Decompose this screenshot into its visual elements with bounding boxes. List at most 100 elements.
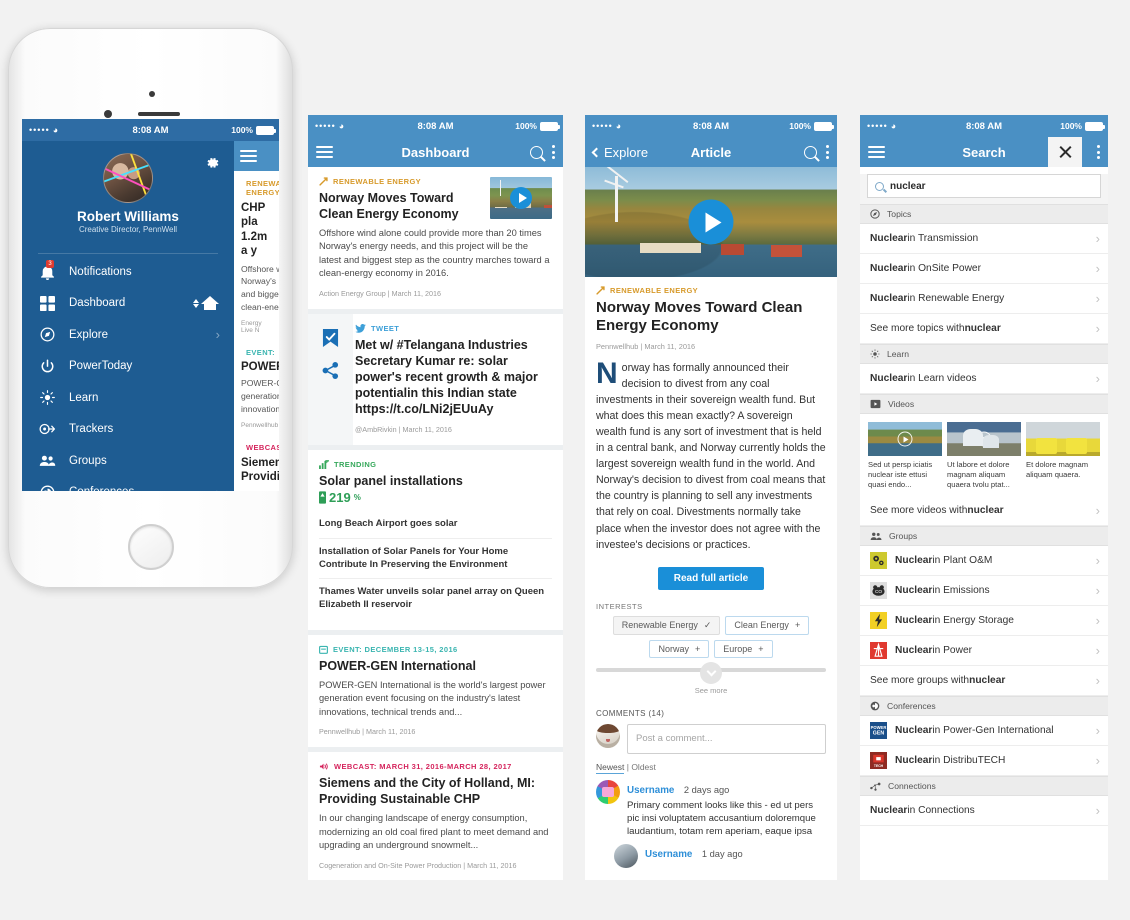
sidebar-item-powertoday[interactable]: PowerToday bbox=[22, 351, 234, 383]
chevron-down-icon[interactable] bbox=[700, 661, 722, 684]
overflow-menu-icon[interactable] bbox=[826, 145, 829, 159]
search-result-row[interactable]: Nuclear in Plant O&M › bbox=[860, 546, 1108, 577]
behind-card[interactable]: RENEWABLE ENERGY CHP pla 1.2m a y Offsho… bbox=[241, 179, 279, 334]
article-hero-video[interactable] bbox=[585, 167, 837, 277]
search-input[interactable]: nuclear bbox=[867, 174, 1101, 198]
play-icon[interactable] bbox=[976, 431, 992, 447]
feed-card-webcast[interactable]: WEBCAST: MARCH 31, 2016-MARCH 28, 2017 S… bbox=[308, 752, 563, 880]
menu-icon[interactable] bbox=[240, 149, 257, 163]
share-icon[interactable] bbox=[322, 361, 339, 379]
feed-card-tweet[interactable]: TWEET Met w/ #Telangana Industries Secre… bbox=[308, 313, 563, 445]
search-result-row[interactable]: Nuclear in Transmission › bbox=[860, 224, 1108, 254]
see-more-topics-row[interactable]: See more topics with nuclear › bbox=[860, 314, 1108, 344]
sidebar-item-dashboard[interactable]: Dashboard bbox=[22, 288, 234, 320]
video-results-strip: Sed ut persp iciatis nuclear iste ettusi… bbox=[860, 414, 1108, 497]
read-full-article-button[interactable]: Read full article bbox=[657, 566, 765, 590]
interest-chip[interactable]: Renewable Energy ✓ bbox=[612, 615, 721, 635]
kicker-text: EVENT: DECEMBER 13-15, 2016 bbox=[333, 644, 458, 654]
behind-card[interactable]: EVENT: POWER POWER-G generation innovati… bbox=[241, 348, 279, 429]
home-button[interactable] bbox=[127, 524, 174, 570]
kicker-text: WEBCAST bbox=[246, 442, 279, 452]
search-result-row[interactable]: Nuclear in Power › bbox=[860, 636, 1108, 667]
list-item[interactable]: Installation of Solar Panels for Your Ho… bbox=[319, 537, 552, 579]
search-result-row[interactable]: Nuclear in Energy Storage › bbox=[860, 606, 1108, 637]
search-result-row[interactable]: CO Nuclear in Emissions › bbox=[860, 576, 1108, 607]
interest-chip[interactable]: Europe + bbox=[714, 639, 773, 658]
play-icon[interactable] bbox=[897, 431, 913, 447]
video-thumbnail[interactable] bbox=[490, 177, 552, 219]
card-body: Offshore w Norway's and bigges clean-ene… bbox=[241, 263, 279, 313]
interest-chip[interactable]: Clean Energy + bbox=[725, 615, 810, 635]
back-button[interactable]: Explore bbox=[591, 145, 648, 160]
sidebar-item-label: PowerToday bbox=[69, 360, 133, 373]
sidebar-item-conferences[interactable]: Conferences › bbox=[22, 477, 234, 491]
feed-card-article[interactable]: RENEWABLE ENERGY Norway Moves Toward Cle… bbox=[308, 167, 563, 309]
sort-oldest[interactable]: Oldest bbox=[631, 762, 656, 772]
result-term: Nuclear bbox=[895, 645, 933, 657]
feed-card-trending[interactable]: TRENDING Solar panel installations 219% … bbox=[308, 449, 563, 630]
search-icon[interactable] bbox=[804, 145, 817, 159]
result-term: Nuclear bbox=[895, 585, 933, 597]
section-header-learn: Learn bbox=[860, 344, 1108, 364]
trend-value: 219 bbox=[329, 489, 351, 505]
dashboard-feed[interactable]: RENEWABLE ENERGY Norway Moves Toward Cle… bbox=[308, 167, 563, 880]
search-result-row[interactable]: TECH Nuclear in DistribuTECH › bbox=[860, 746, 1108, 777]
search-result-row[interactable]: Nuclear in OnSite Power › bbox=[860, 254, 1108, 284]
comment-input[interactable]: Post a comment... bbox=[627, 723, 826, 754]
overflow-menu-icon[interactable] bbox=[552, 145, 555, 159]
menu-icon[interactable] bbox=[868, 145, 885, 159]
video-result[interactable]: Et dolore magnam aliquam quaera. bbox=[1026, 422, 1100, 490]
list-item[interactable]: Thames Water unveils solar panel array o… bbox=[319, 578, 552, 619]
video-result[interactable]: Ut labore et dolore magnam aliquam quaer… bbox=[947, 422, 1021, 490]
card-meta: Cogeneration and On-Site Power Productio… bbox=[319, 860, 517, 870]
avatar bbox=[596, 779, 620, 804]
see-more-control[interactable]: See more bbox=[596, 661, 826, 695]
screen-2-dashboard: ••••• ◕ 8:08 AM 100% Dashboard RENEWABLE… bbox=[308, 115, 563, 880]
menu-icon[interactable] bbox=[316, 145, 333, 159]
close-search-button[interactable] bbox=[1048, 137, 1082, 167]
wifi-icon: ◕ bbox=[52, 125, 59, 135]
list-item[interactable]: Long Beach Airport goes solar bbox=[319, 511, 552, 538]
sort-newest[interactable]: Newest bbox=[596, 761, 625, 774]
comment-username[interactable]: Username bbox=[627, 785, 674, 796]
sidebar-item-groups[interactable]: Groups bbox=[22, 445, 234, 477]
battery-percent: 100% bbox=[789, 121, 811, 131]
sidebar-item-learn[interactable]: Learn bbox=[22, 382, 234, 414]
comment-head: Username 1 day ago bbox=[645, 844, 743, 862]
status-right: 100% bbox=[515, 121, 560, 131]
play-icon[interactable] bbox=[688, 199, 734, 245]
section-title: Connections bbox=[888, 781, 936, 792]
article-body: Norway has formally announced their deci… bbox=[596, 358, 826, 553]
bookmark-icon[interactable] bbox=[322, 328, 339, 348]
screen-4-search: ••••• ◕ 8:08 AM 100% Search nuclear Topi… bbox=[860, 115, 1108, 880]
see-more-groups-row[interactable]: See more groups with nuclear › bbox=[860, 666, 1108, 697]
reorder-icon[interactable] bbox=[193, 298, 199, 308]
navigation-drawer: Robert Williams Creative Director, PennW… bbox=[22, 141, 234, 491]
hero-building bbox=[640, 242, 701, 253]
result-rest: in Power bbox=[932, 645, 973, 657]
chip-label: Clean Energy bbox=[734, 620, 789, 631]
search-result-row[interactable]: Nuclear in Connections › bbox=[860, 796, 1108, 827]
avatar[interactable] bbox=[103, 153, 153, 203]
see-more-videos-row[interactable]: See more videos with nuclear › bbox=[860, 496, 1108, 527]
search-result-row[interactable]: Nuclear in Renewable Energy › bbox=[860, 284, 1108, 314]
avatar bbox=[596, 723, 620, 748]
search-result-row[interactable]: POWER GEN Nuclear in Power-Gen Internatio… bbox=[860, 716, 1108, 747]
search-result-row[interactable]: Nuclear in Learn videos › bbox=[860, 364, 1108, 394]
home-pin-control[interactable] bbox=[193, 295, 220, 311]
video-result[interactable]: Sed ut persp iciatis nuclear iste ettusi… bbox=[868, 422, 942, 490]
sidebar-item-trackers[interactable]: Trackers bbox=[22, 414, 234, 446]
comment-username[interactable]: Username bbox=[645, 849, 692, 860]
behind-card[interactable]: WEBCAST Siemens Providin In our cha mode… bbox=[241, 443, 279, 491]
notification-badge: 3 bbox=[46, 260, 54, 268]
sidebar-item-notifications[interactable]: 3 Notifications bbox=[22, 256, 234, 288]
feed-card-event[interactable]: EVENT: DECEMBER 13-15, 2016 POWER-GEN In… bbox=[308, 634, 563, 748]
result-term: Nuclear bbox=[870, 263, 908, 274]
play-icon[interactable] bbox=[510, 187, 532, 209]
overflow-menu-icon[interactable] bbox=[1097, 145, 1100, 159]
powergen-icon: POWER GEN bbox=[870, 722, 887, 740]
gear-icon[interactable] bbox=[205, 155, 220, 170]
interest-chip[interactable]: Norway + bbox=[649, 639, 710, 658]
sidebar-item-explore[interactable]: Explore › bbox=[22, 319, 234, 351]
search-icon[interactable] bbox=[530, 145, 543, 159]
